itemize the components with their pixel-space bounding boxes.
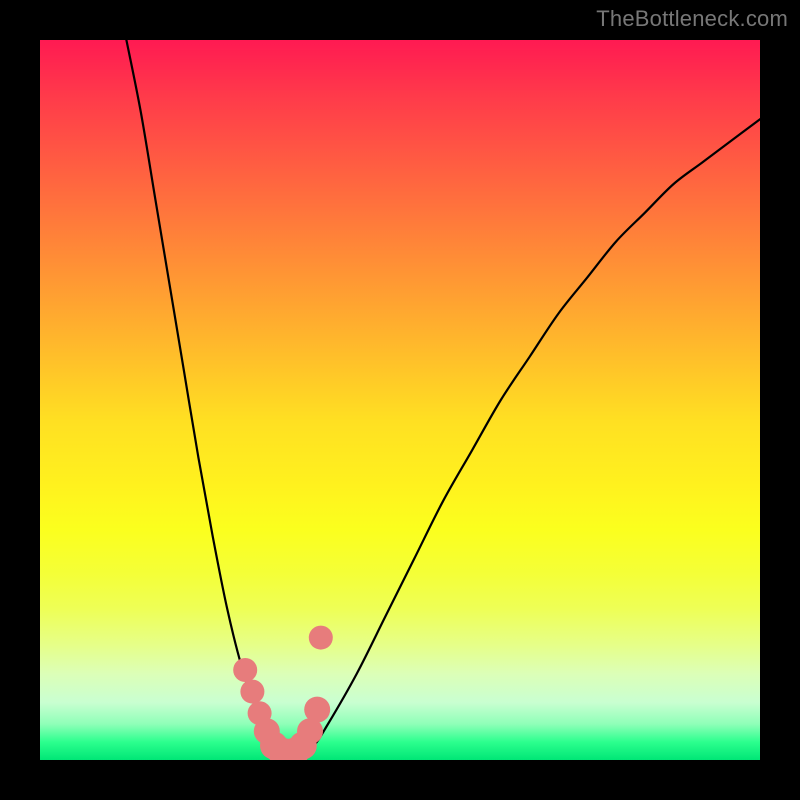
bottleneck-curve <box>126 40 760 754</box>
highlighted-points-group <box>233 626 333 760</box>
chart-frame: TheBottleneck.com <box>0 0 800 800</box>
chart-svg <box>40 40 760 760</box>
plot-area <box>40 40 760 760</box>
highlighted-point <box>240 680 264 704</box>
highlighted-point <box>309 626 333 650</box>
watermark-text: TheBottleneck.com <box>596 6 788 32</box>
highlighted-point <box>304 697 330 723</box>
highlighted-point <box>233 658 257 682</box>
